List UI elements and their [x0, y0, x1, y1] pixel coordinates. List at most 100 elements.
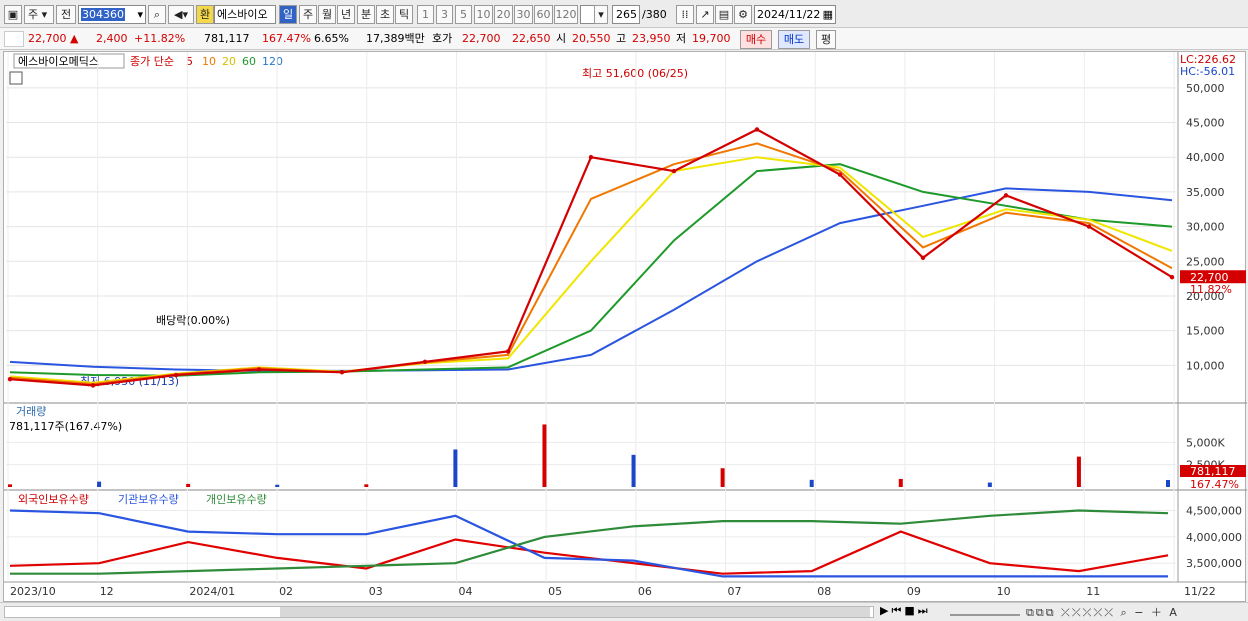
period-day[interactable]: 일 [279, 5, 297, 24]
dividend-annotation: 배당락(0.00%) [156, 314, 230, 327]
chart-svg[interactable]: 에스바이오메딕스 종가 단순 5 10 20 60 120 LC:226.62 … [4, 52, 1247, 603]
last-volume-label: 781,117 [1190, 465, 1236, 478]
window-icon[interactable]: ▣ [4, 5, 22, 24]
toolbar: ▣ 주 ▾ 전 304360 ▾ ⌕ ◀▾ 환 에스바이오 일 주 월 년 분 초… [0, 0, 1248, 28]
zoom-slider[interactable] [950, 606, 1020, 616]
period-tick[interactable]: 틱 [395, 5, 413, 24]
period-week[interactable]: 주 [299, 5, 317, 24]
price-point [837, 172, 843, 177]
legend-ma120: 120 [262, 55, 283, 68]
volume-bar [275, 484, 280, 487]
open-label: 시 [556, 32, 567, 45]
volume-bar [186, 483, 191, 487]
volume-value: 781,117 [204, 32, 250, 45]
period-year[interactable]: 년 [337, 5, 355, 24]
chart-area[interactable]: 에스바이오메딕스 종가 단순 5 10 20 60 120 LC:226.62 … [3, 51, 1247, 603]
price-tick-label: 10,000 [1186, 359, 1225, 372]
ask-price: 22,700 [462, 32, 501, 45]
period-second[interactable]: 초 [376, 5, 394, 24]
price-point [90, 383, 96, 388]
x-tick-label: 2024/01 [189, 585, 235, 598]
price-point [1086, 224, 1092, 229]
market-select[interactable]: 주 ▾ [24, 5, 54, 24]
interval-10[interactable]: 10 [474, 5, 493, 24]
price-change-pct: +11.82% [134, 32, 186, 45]
x-tick-label: 08 [817, 585, 831, 598]
price-point [671, 168, 677, 174]
playback-controls[interactable]: ▶⏮■⏭ [880, 604, 931, 618]
price-tick-label: 50,000 [1186, 82, 1225, 95]
sell-button[interactable]: 매도 [778, 30, 810, 49]
x-tick-label: 11/22 [1184, 585, 1216, 598]
stock-name-label: 에스바이오메딕스 [18, 55, 99, 68]
last-price-pct: 11.82% [1190, 283, 1232, 296]
hc-label: HC:-56.01 [1180, 65, 1235, 78]
table-icon[interactable] [9, 71, 23, 85]
quote-spacer [4, 31, 24, 47]
high-price: 23,950 [632, 32, 671, 45]
interval-120[interactable]: 120 [554, 5, 578, 24]
grid-icon[interactable]: ⁞⁞ [676, 5, 694, 24]
price-point [339, 370, 345, 375]
series-line-10 [9, 142, 1173, 386]
foreign-title: 외국인보유수량 [18, 493, 89, 506]
holdings-tick-label: 3,500,000 [1186, 557, 1242, 570]
prev-button[interactable]: 전 [56, 5, 76, 24]
volume-bar [542, 424, 547, 487]
bid-price: 22,650 [512, 32, 551, 45]
code-input[interactable]: 304360 ▾ [78, 5, 146, 24]
period-minute[interactable]: 분 [357, 5, 375, 24]
high-label: 고 [616, 32, 627, 45]
search-icon[interactable]: ⌕ [148, 5, 166, 24]
gear-icon[interactable]: ⚙ [734, 5, 752, 24]
volume-bar [720, 468, 725, 487]
price-point [422, 359, 428, 365]
count-input[interactable]: 265 [612, 5, 640, 24]
interval-60[interactable]: 60 [534, 5, 553, 24]
price-tick-label: 40,000 [1186, 151, 1225, 164]
volume-bar [364, 484, 369, 487]
interval-30[interactable]: 30 [514, 5, 533, 24]
tool-icons[interactable]: ⧉⧉⧉ ⤫⤫⤫⤫⤫ ⌕ − ＋ A [1026, 604, 1179, 620]
last-volume-pct: 167.47% [1190, 478, 1239, 491]
buy-button[interactable]: 매수 [740, 30, 772, 49]
x-tick-label: 02 [279, 585, 293, 598]
save-icon[interactable]: ▤ [715, 5, 733, 24]
current-price: 22,700 ▲ [28, 32, 79, 45]
holdings-tick-label: 4,500,000 [1186, 505, 1242, 518]
x-tick-label: 2023/10 [10, 585, 56, 598]
turnover-rate: 6.65% [314, 32, 349, 45]
price-tick-label: 35,000 [1186, 186, 1225, 199]
high-annotation: 최고 51,600 (06/25) [582, 67, 688, 80]
x-tick-label: 11 [1086, 585, 1100, 598]
count-total: /380 [642, 8, 667, 21]
price-tick-label: 45,000 [1186, 117, 1225, 130]
date-input[interactable]: 2024/11/22 ▦ [754, 5, 836, 24]
price-point [754, 127, 760, 132]
ma-type-label: 종가 단순 [130, 55, 174, 68]
draw-icon[interactable]: ↗ [696, 5, 714, 24]
volume-bar [809, 479, 814, 487]
open-price: 20,550 [572, 32, 611, 45]
chevron-down-icon[interactable]: ▾ [594, 5, 608, 24]
interval-3[interactable]: 3 [436, 5, 453, 24]
stock-name-field[interactable]: 에스바이오 [214, 5, 276, 24]
han-button[interactable]: 환 [196, 5, 214, 24]
x-tick-label: 07 [728, 585, 742, 598]
interval-5[interactable]: 5 [455, 5, 472, 24]
period-month[interactable]: 월 [318, 5, 336, 24]
volume-bar [453, 449, 458, 487]
x-tick-label: 09 [907, 585, 921, 598]
holdings-tick-label: 4,000,000 [1186, 531, 1242, 544]
x-tick-label: 03 [369, 585, 383, 598]
x-tick-label: 12 [100, 585, 114, 598]
interval-20[interactable]: 20 [494, 5, 513, 24]
scrollbar-thumb[interactable] [280, 607, 870, 617]
individual-title: 개인보유수량 [206, 493, 267, 506]
interval-1[interactable]: 1 [417, 5, 434, 24]
low-price: 19,700 [692, 32, 731, 45]
avg-button[interactable]: 평 [816, 30, 836, 49]
quote-bar: 22,700 ▲ 2,400 +11.82% 781,117 167.47% 6… [0, 28, 1248, 50]
legend-ma20: 20 [222, 55, 236, 68]
speaker-icon[interactable]: ◀▾ [168, 5, 194, 24]
